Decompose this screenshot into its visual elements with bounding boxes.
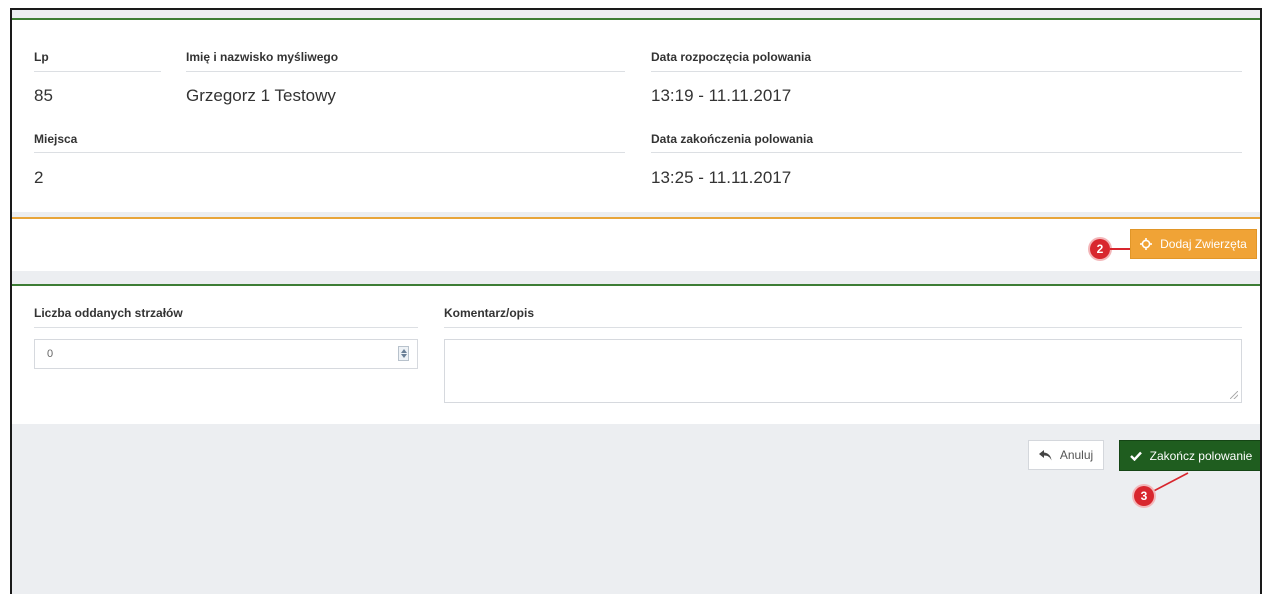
divider [186, 71, 625, 72]
cancel-button[interactable]: Anuluj [1028, 440, 1104, 470]
shots-count-value: 0 [47, 348, 54, 360]
number-spinner[interactable] [398, 346, 409, 361]
checkmark-icon [1129, 451, 1142, 461]
finish-hunt-label: Zakończ polowanie [1149, 448, 1253, 463]
resize-handle-icon[interactable] [1230, 391, 1238, 399]
hunter-name-value: Grzegorz 1 Testowy [186, 86, 336, 105]
hunt-form-frame: Lp 85 Imię i nazwisko myśliwego Grzegorz… [10, 8, 1262, 594]
hunt-details-panel: Lp 85 Imię i nazwisko myśliwego Grzegorz… [12, 18, 1260, 212]
places-value: 2 [34, 168, 44, 187]
annotation-pointer [1110, 248, 1130, 250]
comment-textarea[interactable] [444, 339, 1242, 403]
shots-count-input[interactable]: 0 [34, 339, 418, 369]
lp-value: 85 [34, 86, 53, 105]
add-animals-button[interactable]: Dodaj Zwierzęta [1130, 229, 1257, 259]
add-animals-label: Dodaj Zwierzęta [1160, 237, 1247, 251]
divider [651, 71, 1242, 72]
annotation-marker-2: 2 [1090, 239, 1110, 259]
shots-form-panel: Liczba oddanych strzałów 0 Komentarz/opi… [12, 284, 1260, 424]
divider [444, 327, 1242, 328]
end-date-value: 13:25 - 11.11.2017 [651, 168, 792, 187]
start-date-label: Data rozpoczęcia polowania [651, 50, 812, 64]
start-date-value: 13:19 - 11.11.2017 [651, 86, 792, 105]
places-label: Miejsca [34, 132, 78, 146]
divider [34, 71, 161, 72]
cancel-label: Anuluj [1059, 448, 1094, 462]
crosshair-icon [1140, 238, 1153, 250]
reply-arrow-icon [1038, 449, 1052, 460]
shots-label: Liczba oddanych strzałów [34, 306, 183, 320]
end-date-label: Data zakończenia polowania [651, 132, 814, 146]
hunter-name-label: Imię i nazwisko myśliwego [186, 50, 339, 64]
annotation-marker-3: 3 [1134, 486, 1154, 506]
divider [651, 152, 1242, 153]
comment-label: Komentarz/opis [444, 306, 535, 320]
lp-label: Lp [34, 50, 49, 64]
finish-hunt-button[interactable]: Zakończ polowanie [1119, 440, 1260, 471]
animals-panel: Dodaj Zwierzęta [12, 217, 1260, 271]
divider [34, 327, 418, 328]
divider [34, 152, 625, 153]
